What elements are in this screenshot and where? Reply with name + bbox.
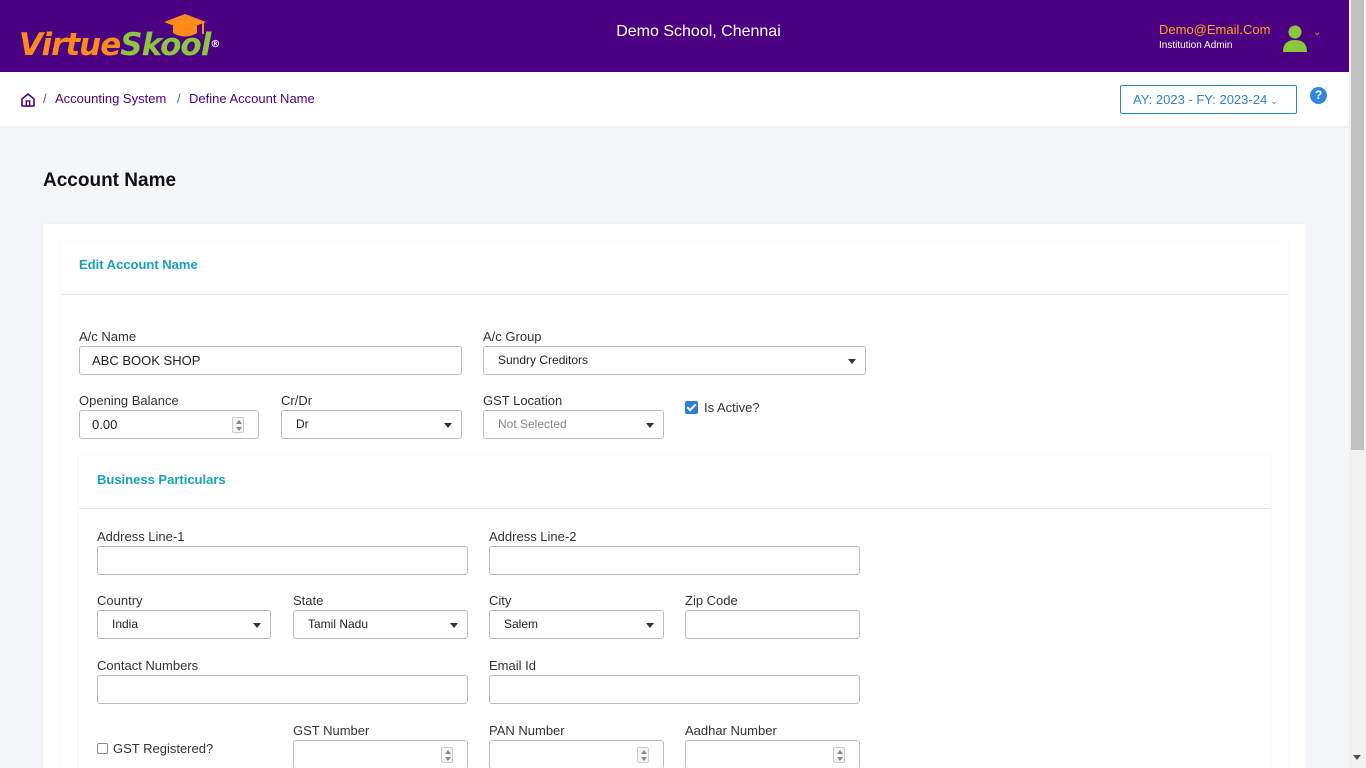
help-icon[interactable]: ? (1310, 87, 1327, 104)
cr-dr-value: Dr (296, 417, 309, 431)
opening-balance-value: 0.00 (92, 417, 118, 432)
aadhar-number-input[interactable] (685, 740, 860, 768)
dropdown-arrow-icon (253, 623, 261, 628)
city-value: Salem (504, 617, 539, 631)
academic-year-selector[interactable]: AY: 2023 - FY: 2023-24 ⌄ (1120, 85, 1297, 114)
ac-name-input[interactable]: ABC BOOK SHOP (79, 346, 462, 375)
email-id-label: Email Id (489, 658, 536, 673)
state-label: State (293, 593, 324, 608)
country-value: India (112, 617, 139, 631)
cr-dr-select[interactable]: Dr (281, 410, 462, 439)
ac-group-select[interactable]: Sundry Creditors (483, 346, 866, 375)
gst-location-select[interactable]: Not Selected (483, 410, 664, 439)
city-select[interactable]: Salem (489, 610, 664, 639)
user-email[interactable]: Demo@Email.Com (1159, 22, 1270, 37)
divider (61, 294, 1288, 295)
country-label: Country (97, 593, 143, 608)
dropdown-arrow-icon (848, 359, 856, 364)
contact-numbers-input[interactable] (97, 675, 468, 704)
user-role: Institution Admin (1159, 40, 1233, 51)
breadcrumb-separator: / (43, 91, 47, 106)
address-line-1-input[interactable] (97, 546, 468, 575)
gst-number-input[interactable] (293, 740, 468, 768)
aadhar-number-label: Aadhar Number (685, 723, 777, 738)
breadcrumb-accounting-system[interactable]: Accounting System (55, 91, 166, 106)
ac-group-value: Sundry Creditors (498, 353, 589, 367)
gst-number-label: GST Number (293, 723, 370, 738)
pan-number-label: PAN Number (489, 723, 565, 738)
gst-registered-checkbox[interactable] (97, 743, 108, 754)
dropdown-arrow-icon (444, 423, 452, 428)
contact-numbers-label: Contact Numbers (97, 658, 199, 673)
gst-registered-label: GST Registered? (113, 741, 214, 756)
is-active-label: Is Active? (704, 400, 760, 415)
scroll-down-arrow-icon[interactable] (1353, 755, 1361, 760)
chevron-down-icon: ⌄ (1270, 96, 1278, 106)
number-spinner-icon[interactable] (441, 747, 453, 763)
address-line-1-label: Address Line-1 (97, 529, 185, 544)
ac-name-label: A/c Name (79, 329, 137, 344)
cr-dr-label: Cr/Dr (281, 393, 313, 408)
edit-section-title: Edit Account Name (79, 257, 198, 272)
number-spinner-icon[interactable] (232, 417, 244, 433)
pan-number-input[interactable] (489, 740, 664, 768)
number-spinner-icon[interactable] (833, 747, 845, 763)
country-select[interactable]: India (97, 610, 271, 639)
user-avatar-icon[interactable] (1282, 24, 1308, 52)
breadcrumb-bar: / Accounting System / Define Account Nam… (0, 72, 1349, 126)
gst-location-value: Not Selected (498, 417, 567, 431)
is-active-checkbox[interactable] (685, 401, 698, 414)
divider (79, 508, 1270, 509)
number-spinner-icon[interactable] (637, 747, 649, 763)
breadcrumb-separator: / (177, 91, 181, 106)
dropdown-arrow-icon (450, 623, 458, 628)
opening-balance-label: Opening Balance (79, 393, 179, 408)
gst-location-label: GST Location (483, 393, 563, 408)
zip-code-label: Zip Code (685, 593, 738, 608)
zip-code-input[interactable] (685, 610, 860, 639)
city-label: City (489, 593, 512, 608)
page-title: Account Name (43, 170, 177, 191)
opening-balance-input[interactable]: 0.00 (79, 410, 259, 439)
breadcrumb-define-account-name[interactable]: Define Account Name (189, 91, 315, 106)
dropdown-arrow-icon (646, 423, 654, 428)
academic-year-label: AY: 2023 - FY: 2023-24 (1133, 92, 1268, 107)
state-value: Tamil Nadu (308, 617, 369, 631)
email-id-input[interactable] (489, 675, 860, 704)
scrollbar-thumb[interactable] (1351, 0, 1364, 450)
chevron-down-icon[interactable]: ⌄ (1313, 27, 1321, 38)
dropdown-arrow-icon (646, 623, 654, 628)
top-header: VirtueSkool® Demo School, Chennai Demo@E… (0, 0, 1349, 72)
business-section-title: Business Particulars (97, 472, 226, 487)
address-line-2-input[interactable] (489, 546, 860, 575)
ac-group-label: A/c Group (483, 329, 542, 344)
state-select[interactable]: Tamil Nadu (293, 610, 468, 639)
address-line-2-label: Address Line-2 (489, 529, 577, 544)
home-icon[interactable] (20, 92, 36, 108)
